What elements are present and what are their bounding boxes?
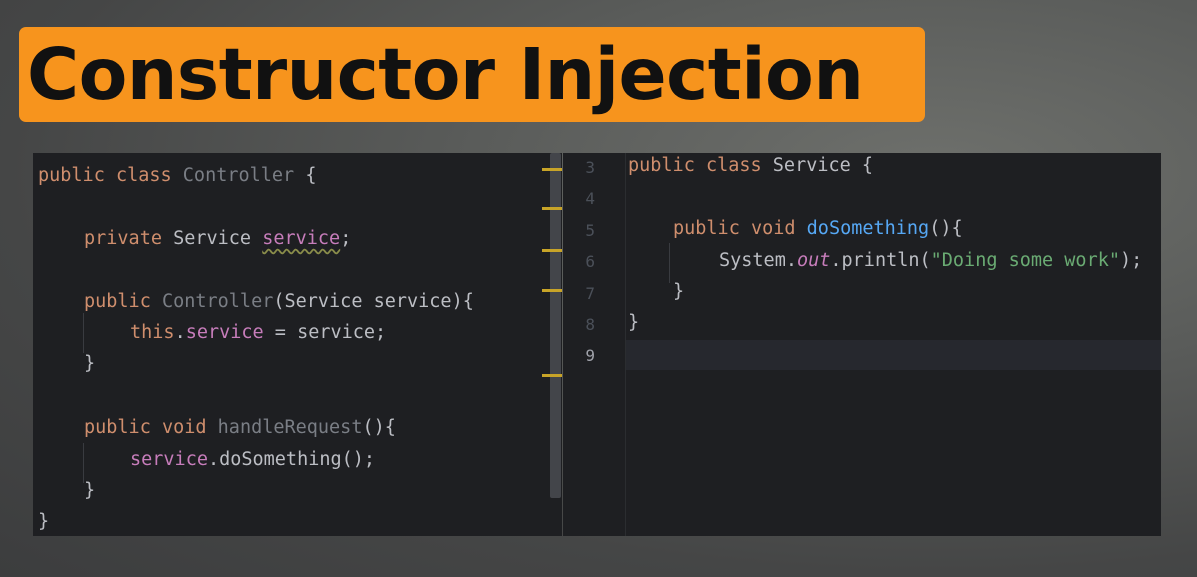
- change-marker: [542, 168, 562, 171]
- code-line-println: System.out.println("Doing some work");: [719, 250, 1143, 271]
- scrollbar[interactable]: [550, 153, 561, 498]
- line-number: 7: [585, 284, 595, 303]
- code-line-close-brace: }: [84, 480, 96, 501]
- code-line-close-brace: }: [628, 312, 640, 333]
- change-marker: [542, 289, 562, 292]
- code-line-method-decl: public void doSomething(){: [673, 218, 963, 239]
- line-number: 6: [585, 252, 595, 271]
- code-line-assignment: this.service = service;: [130, 322, 387, 343]
- code-line-close-brace: }: [673, 281, 685, 302]
- indent-guide: [669, 243, 670, 283]
- code-line-method-call: service.doSomething();: [130, 449, 376, 470]
- indent-guide: [83, 443, 84, 483]
- code-line-class-decl: public class Service {: [628, 155, 874, 176]
- code-line-close-brace: }: [38, 511, 50, 532]
- line-number: 9: [585, 346, 595, 365]
- line-number: 5: [585, 221, 595, 240]
- code-line-close-brace: }: [84, 353, 96, 374]
- code-line-method-decl: public void handleRequest(){: [84, 417, 396, 438]
- page-title: Constructor Injection: [27, 33, 864, 116]
- indent-guide: [83, 313, 84, 353]
- change-marker: [542, 207, 562, 210]
- code-line-class-decl: public class Controller {: [38, 165, 317, 186]
- line-number: 8: [585, 315, 595, 334]
- current-line-highlight: [626, 340, 1161, 370]
- change-marker: [542, 249, 562, 252]
- line-number: 4: [585, 189, 595, 208]
- line-number: 3: [585, 158, 595, 177]
- controller-code-pane[interactable]: public class Controller { private Servic…: [33, 153, 562, 536]
- code-line-field-decl: private Service service;: [84, 228, 352, 249]
- change-marker: [542, 374, 562, 377]
- service-code-pane[interactable]: 3 4 5 6 7 8 9 public class Service { pub…: [563, 153, 1161, 536]
- code-line-constructor: public Controller(Service service){: [84, 291, 474, 312]
- title-banner: Constructor Injection: [19, 27, 925, 122]
- gutter-separator: [625, 153, 626, 536]
